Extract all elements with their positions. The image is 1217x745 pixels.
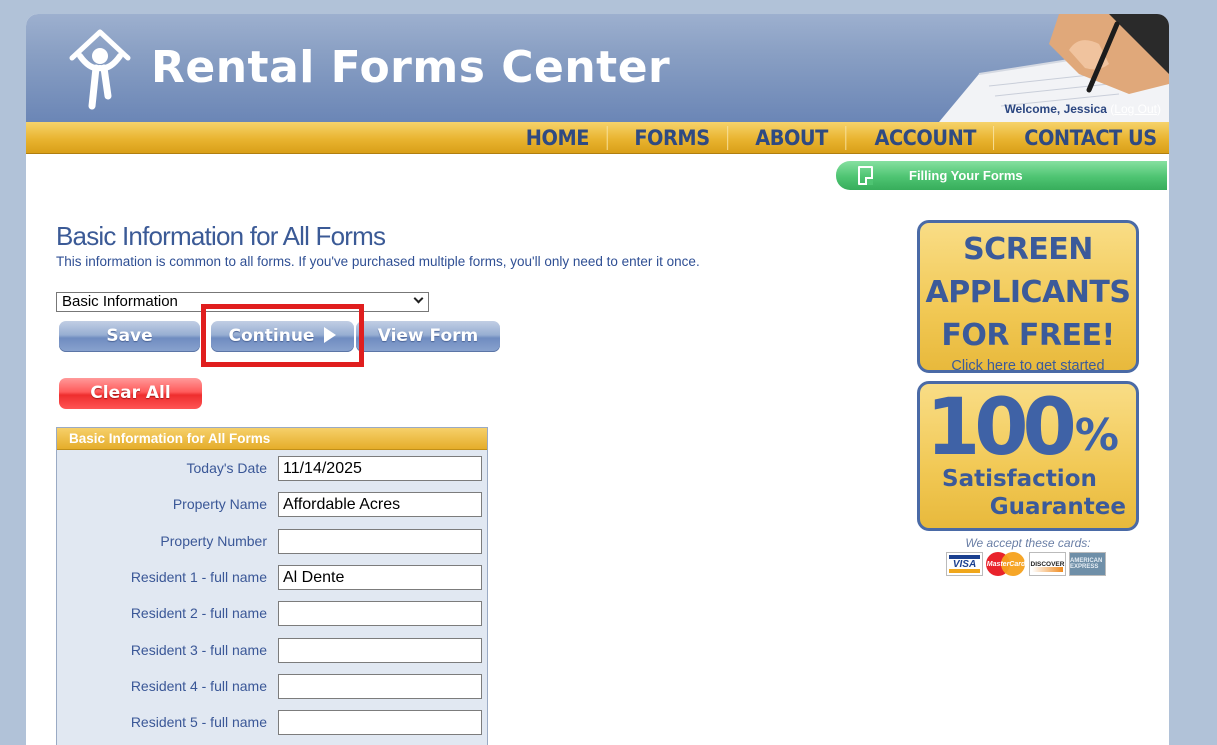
form-row: Resident 5 - full name bbox=[57, 710, 489, 736]
welcome-text: Welcome, Jessica bbox=[1004, 102, 1107, 116]
logout-link[interactable]: Log Out bbox=[1114, 102, 1157, 116]
field-label: Resident 4 - full name bbox=[130, 678, 267, 694]
page: Rental Forms Center Welcome, Jessica (Lo… bbox=[26, 14, 1169, 745]
form-row: Resident 4 - full name bbox=[57, 674, 489, 700]
view-form-button[interactable]: View Form bbox=[356, 321, 500, 352]
todays-date-input[interactable]: 11/14/2025 bbox=[278, 456, 482, 481]
nav-contact-us[interactable]: CONTACT US bbox=[1007, 126, 1162, 150]
clear-all-button[interactable]: Clear All bbox=[59, 378, 202, 409]
panel-heading: Basic Information for All Forms bbox=[57, 428, 487, 450]
resident-1-input[interactable]: Al Dente bbox=[278, 565, 482, 590]
nav-about[interactable]: ABOUT bbox=[737, 126, 846, 150]
filling-your-forms-tab[interactable]: Filling Your Forms bbox=[836, 161, 1167, 190]
guarantee-number: 100 bbox=[926, 383, 1077, 473]
field-label: Today's Date bbox=[186, 460, 268, 476]
screen-applicants-ad[interactable]: SCREEN APPLICANTS FOR FREE! Click here t… bbox=[917, 220, 1139, 373]
ad-screen-line3: FOR FREE! bbox=[941, 318, 1115, 353]
visa-card-icon: VISA bbox=[946, 552, 983, 576]
guarantee-line2: Guarantee bbox=[989, 494, 1126, 520]
welcome-bar: Welcome, Jessica (Log Out) bbox=[1004, 102, 1161, 116]
form-row: Today's Date 11/14/2025 bbox=[57, 456, 489, 482]
field-label: Property Name bbox=[172, 496, 267, 512]
ad-screen-line1: SCREEN bbox=[963, 232, 1093, 267]
form-row: Resident 2 - full name bbox=[57, 601, 489, 627]
chevron-down-icon bbox=[413, 293, 424, 304]
form-row: Resident 1 - full name Al Dente bbox=[57, 565, 489, 591]
save-button[interactable]: Save bbox=[59, 321, 200, 352]
discover-card-icon: DISCOVER bbox=[1029, 552, 1066, 576]
main-nav: HOME FORMS ABOUT ACCOUNT CONTACT US bbox=[504, 122, 1169, 154]
nav-home[interactable]: HOME bbox=[508, 126, 608, 150]
field-label: Resident 1 - full name bbox=[130, 569, 267, 585]
form-row: Property Number bbox=[57, 529, 489, 555]
nav-forms[interactable]: FORMS bbox=[617, 126, 728, 150]
field-label: Resident 3 - full name bbox=[130, 642, 267, 658]
payment-cards: VISA MasterCard DISCOVER AMERICAN EXPRES… bbox=[946, 552, 1106, 576]
guarantee-percent: 100% bbox=[926, 383, 1119, 473]
resident-5-input[interactable] bbox=[278, 710, 482, 735]
house-person-logo-icon bbox=[69, 29, 131, 110]
resident-3-input[interactable] bbox=[278, 638, 482, 663]
page-title: Basic Information for All Forms bbox=[56, 221, 386, 251]
resident-4-input[interactable] bbox=[278, 674, 482, 699]
main-nav-bar: HOME FORMS ABOUT ACCOUNT CONTACT US bbox=[26, 122, 1169, 154]
field-label: Resident 5 - full name bbox=[130, 714, 267, 730]
page-subtitle: This information is common to all forms.… bbox=[56, 254, 700, 269]
form-row: Property Name Affordable Acres bbox=[57, 492, 489, 518]
field-label: Resident 2 - full name bbox=[130, 605, 267, 621]
resident-2-input[interactable] bbox=[278, 601, 482, 626]
form-row: Resident 3 - full name bbox=[57, 638, 489, 664]
amex-card-icon: AMERICAN EXPRESS bbox=[1069, 552, 1106, 576]
form-section-select-value: Basic Information bbox=[62, 293, 178, 310]
brand-title[interactable]: Rental Forms Center bbox=[151, 42, 670, 93]
continue-highlight-box bbox=[201, 304, 364, 367]
filling-label: Filling Your Forms bbox=[909, 168, 1023, 183]
ad-screen-line2: APPLICANTS bbox=[925, 275, 1131, 310]
satisfaction-guarantee-badge[interactable]: 100% Satisfaction Guarantee bbox=[917, 381, 1139, 531]
property-number-input[interactable] bbox=[278, 529, 482, 554]
nav-account[interactable]: ACCOUNT bbox=[857, 126, 995, 150]
property-name-input[interactable]: Affordable Acres bbox=[278, 492, 482, 517]
document-icon bbox=[858, 166, 873, 185]
ad-screen-cta: Click here to get started bbox=[951, 358, 1105, 373]
mastercard-card-icon: MasterCard bbox=[986, 552, 1026, 576]
accepted-cards-text: We accept these cards: bbox=[965, 536, 1091, 550]
field-label: Property Number bbox=[160, 533, 267, 549]
percent-sign: % bbox=[1074, 410, 1119, 461]
site-header: Rental Forms Center Welcome, Jessica (Lo… bbox=[26, 14, 1169, 122]
guarantee-line1: Satisfaction bbox=[942, 466, 1097, 492]
basic-info-panel: Basic Information for All Forms Today's … bbox=[56, 427, 488, 745]
